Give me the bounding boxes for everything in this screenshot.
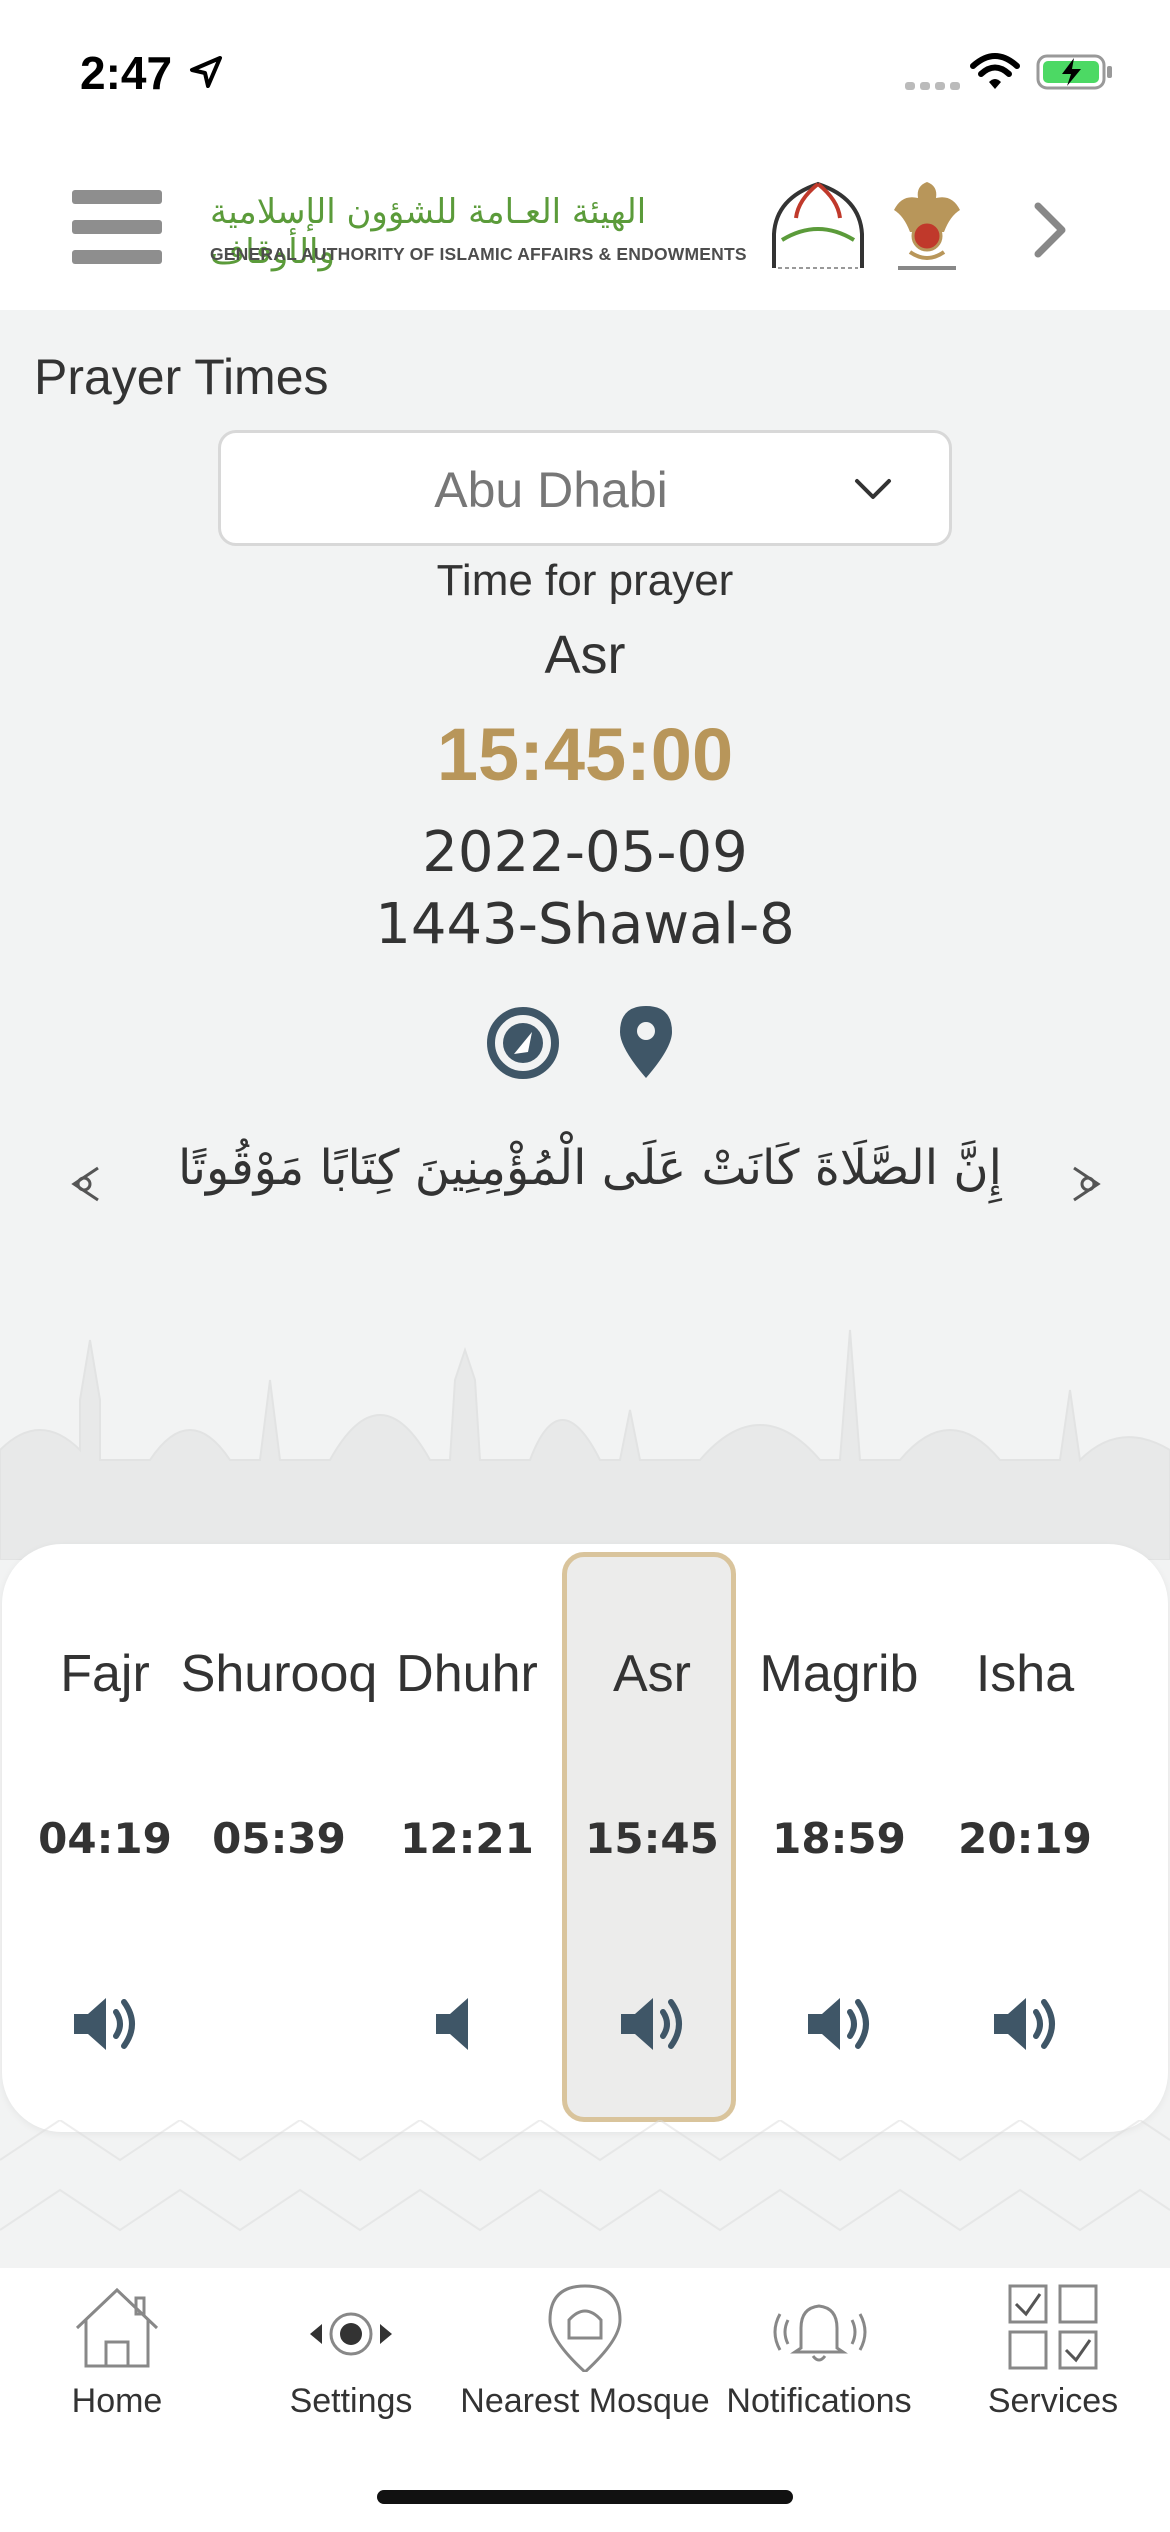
chevron-right-icon[interactable]: [1030, 200, 1070, 260]
speaker-icon[interactable]: [20, 1984, 190, 2064]
hijri-date: 1443-Shawal-8: [375, 892, 795, 957]
time-for-prayer-label: Time for prayer: [436, 556, 734, 605]
home-icon: [75, 2287, 159, 2368]
tab-services-label: Services: [987, 2382, 1119, 2420]
mosque-skyline-decoration: [0, 1329, 1170, 1560]
prayer-time: 15:45: [585, 1814, 719, 1863]
city-dropdown[interactable]: Abu Dhabi: [218, 430, 952, 546]
status-bar: 2:47: [0, 0, 1170, 150]
prayer-time: 18:59: [772, 1814, 906, 1863]
prayer-time: 20:19: [958, 1814, 1092, 1863]
speaker-muted-icon[interactable]: [382, 1984, 552, 2064]
settings-icon: [310, 2312, 392, 2356]
speaker-icon[interactable]: [940, 1984, 1110, 2064]
cell-signal-icon: [905, 82, 960, 90]
prayer-time: 04:19: [38, 1814, 172, 1863]
prayer-column-4: Magrib 18:59: [754, 1544, 924, 2132]
location-arrow-icon: [190, 56, 222, 88]
prayer-time: 12:21: [400, 1814, 534, 1863]
prayer-countdown: 15:45:00: [436, 713, 734, 796]
speaker-icon[interactable]: [754, 1984, 924, 2064]
mosque-pin-icon: [548, 2284, 622, 2372]
tab-notifications[interactable]: Notifications: [702, 2282, 936, 2432]
app-header: الهيئة العـامة للشؤون الإسلامية والأوقاف…: [0, 150, 1170, 310]
chevron-down-icon: [855, 479, 891, 499]
prayer-column-2: Dhuhr 12:21: [382, 1544, 552, 2132]
location-pin-icon[interactable]: [618, 1004, 674, 1080]
mosque-logo: [772, 181, 864, 269]
prayer-column-0: Fajr 04:19: [20, 1544, 190, 2132]
tab-nearest-mosque[interactable]: Nearest Mosque: [460, 2282, 710, 2432]
geometric-pattern-decoration: [0, 2120, 1170, 2232]
gregorian-date: 2022-05-09: [422, 820, 748, 885]
bell-icon: [773, 2304, 867, 2362]
menu-icon[interactable]: [72, 190, 162, 266]
uae-emblem: [894, 182, 960, 270]
tab-notifications-label: Notifications: [726, 2382, 912, 2420]
prayer-time: 05:39: [212, 1814, 346, 1863]
tab-settings-label: Settings: [289, 2382, 413, 2420]
battery-charging-icon: [1036, 54, 1112, 90]
prayer-column-5: Isha 20:19: [940, 1544, 1110, 2132]
quran-verse: إِنَّ الصَّلَاةَ كَانَتْ عَلَى الْمُؤْمِ…: [178, 1140, 1002, 1196]
city-dropdown-value: Abu Dhabi: [434, 462, 668, 518]
prayer-name: Isha: [975, 1645, 1075, 1703]
tab-nearest-mosque-label: Nearest Mosque: [460, 2382, 710, 2420]
checklist-icon: [1008, 2284, 1098, 2370]
prayer-column-3: Asr 15:45: [567, 1544, 737, 2132]
wifi-icon: [970, 53, 1020, 89]
tab-home[interactable]: Home: [0, 2282, 234, 2432]
ornament-right-icon: [1073, 1166, 1101, 1202]
speaker-icon[interactable]: [567, 1984, 737, 2064]
page-title: Prayer Times: [34, 349, 329, 405]
qibla-compass-icon[interactable]: [486, 1006, 560, 1080]
status-time: 2:47: [80, 47, 173, 99]
current-prayer-name: Asr: [544, 625, 626, 685]
tab-settings[interactable]: Settings: [234, 2282, 468, 2432]
home-indicator: [377, 2490, 793, 2504]
tab-services[interactable]: Services: [936, 2282, 1170, 2432]
logo-english-text: GENERAL AUTHORITY OF ISLAMIC AFFAIRS & E…: [210, 244, 747, 264]
prayer-column-1: Shurooq 05:39: [181, 1544, 378, 2132]
tab-home-label: Home: [71, 2382, 163, 2420]
